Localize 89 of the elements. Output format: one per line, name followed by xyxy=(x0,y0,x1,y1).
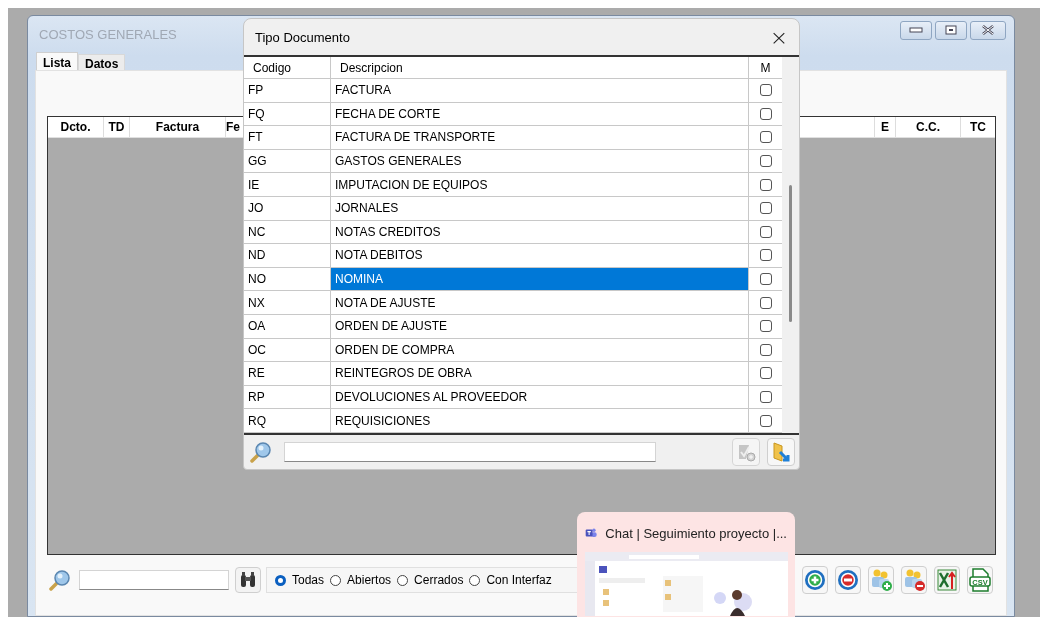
table-cell: RQ xyxy=(244,409,331,432)
table-cell[interactable]: FACTURA xyxy=(331,79,749,102)
plus-circle-icon xyxy=(804,569,826,591)
remove-user-button[interactable] xyxy=(901,566,927,594)
radio-button[interactable]: Cerrados xyxy=(397,573,464,587)
table-cell: IE xyxy=(244,173,331,196)
table-cell: GG xyxy=(244,149,331,173)
minimize-icon xyxy=(909,26,923,34)
table-cell: RE xyxy=(244,362,331,385)
table-cell: RP xyxy=(244,385,331,409)
table-cell[interactable]: FACTURA DE TRANSPORTE xyxy=(331,126,749,149)
radio-button[interactable]: Con Interfaz xyxy=(469,573,552,587)
export-button[interactable] xyxy=(934,566,960,594)
column-header[interactable]: Dcto. xyxy=(48,117,104,137)
table-cell[interactable]: NOTA DE AJUSTE xyxy=(331,291,749,314)
checkbox[interactable] xyxy=(759,367,772,380)
search-icon[interactable] xyxy=(248,440,274,464)
column-header[interactable]: Factura xyxy=(130,117,226,137)
checkbox[interactable] xyxy=(759,84,772,97)
radio-button[interactable]: Abiertos xyxy=(330,573,392,587)
table-cell[interactable]: ORDEN DE AJUSTE xyxy=(331,314,749,338)
close-button[interactable]: × xyxy=(759,22,799,52)
close-button[interactable] xyxy=(970,20,1006,40)
checkbox[interactable] xyxy=(759,391,772,403)
table-cell: FP xyxy=(244,79,331,102)
table-cell: OA xyxy=(244,314,331,338)
column-header[interactable]: Descripcion xyxy=(331,57,749,78)
column-header[interactable]: TC xyxy=(961,117,995,137)
checkbox[interactable] xyxy=(759,225,772,238)
checkbox[interactable] xyxy=(759,320,772,333)
column-header[interactable]: Fe xyxy=(226,117,240,137)
table-cell[interactable]: FECHA DE CORTE xyxy=(331,102,749,126)
people-add-icon xyxy=(869,568,893,592)
remove-button[interactable] xyxy=(835,566,861,594)
people-remove-icon xyxy=(902,568,926,592)
table-cell: JO xyxy=(244,196,331,220)
add-user-button[interactable] xyxy=(868,566,894,594)
table-cell[interactable]: NOTAS CREDITOS xyxy=(331,220,749,244)
table-cell: FT xyxy=(244,126,331,149)
search-field[interactable] xyxy=(79,570,229,590)
dialog-title: Tipo Documento xyxy=(255,29,350,45)
add-button[interactable] xyxy=(802,566,828,594)
search-icon[interactable] xyxy=(47,568,73,592)
table-cell[interactable]: JORNALES xyxy=(331,196,749,220)
search-field[interactable] xyxy=(284,442,656,462)
column-header[interactable]: C.C. xyxy=(896,117,961,137)
binoculars-icon xyxy=(239,571,257,589)
table-cell[interactable]: NOMINA xyxy=(331,267,749,291)
table-cell: FQ xyxy=(244,102,331,126)
table-cell[interactable]: REQUISICIONES xyxy=(331,409,749,432)
scrollbar-thumb[interactable] xyxy=(789,185,792,322)
tab[interactable]: Lista xyxy=(36,52,78,72)
minus-circle-icon xyxy=(837,569,859,591)
checkbox[interactable] xyxy=(759,107,772,120)
radio-button[interactable]: Todas xyxy=(275,573,325,587)
table-cell[interactable]: REINTEGROS DE OBRA xyxy=(331,362,749,385)
taskbar-preview[interactable]: Chat | Seguimiento proyecto |... xyxy=(577,512,795,617)
add-icon xyxy=(736,442,756,462)
checkbox[interactable] xyxy=(759,131,772,144)
close-icon xyxy=(981,25,995,35)
table-cell[interactable]: GASTOS GENERALES xyxy=(331,149,749,173)
column-header[interactable]: Codigo xyxy=(244,57,331,78)
folder-button[interactable] xyxy=(767,438,795,466)
checkbox[interactable] xyxy=(759,178,772,191)
table-cell[interactable]: NOTA DEBITOS xyxy=(331,244,749,267)
checkbox[interactable] xyxy=(759,343,772,356)
table-cell: NC xyxy=(244,220,331,244)
table-cell[interactable]: ORDEN DE COMPRA xyxy=(331,338,749,362)
checkbox[interactable] xyxy=(759,414,772,427)
checkbox[interactable] xyxy=(759,155,772,168)
minimize-button[interactable] xyxy=(900,20,932,40)
window-title: COSTOS GENERALES xyxy=(39,26,177,42)
checkbox[interactable] xyxy=(759,296,772,309)
checkbox[interactable] xyxy=(759,249,772,262)
table-cell: OC xyxy=(244,338,331,362)
table-cell: ND xyxy=(244,244,331,267)
maximize-icon xyxy=(945,25,957,35)
table-cell[interactable]: DEVOLUCIONES AL PROVEEDOR xyxy=(331,385,749,409)
table-cell[interactable]: IMPUTACION DE EQUIPOS xyxy=(331,173,749,196)
maximize-button[interactable] xyxy=(935,20,967,40)
column-header[interactable]: M xyxy=(749,57,782,78)
checkbox[interactable] xyxy=(759,273,772,286)
column-header[interactable]: TD xyxy=(104,117,130,137)
column-header[interactable]: E xyxy=(875,117,896,137)
binoculars-button[interactable] xyxy=(235,567,261,593)
table-cell: NX xyxy=(244,291,331,314)
preview-title: Chat | Seguimiento proyecto |... xyxy=(605,525,787,541)
checkbox[interactable] xyxy=(759,202,772,215)
folder-arrow-icon xyxy=(771,441,791,463)
